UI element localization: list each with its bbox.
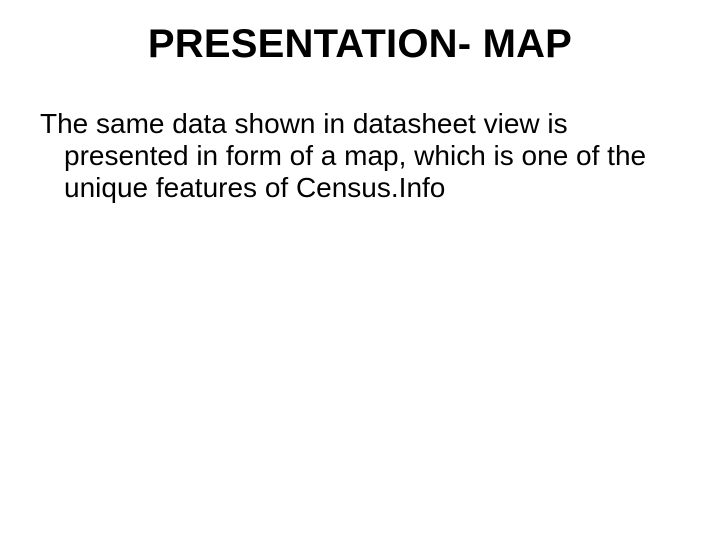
slide-title: PRESENTATION- MAP [0, 22, 720, 67]
slide: PRESENTATION- MAP The same data shown in… [0, 0, 720, 540]
slide-body-text: The same data shown in datasheet view is… [40, 108, 684, 205]
